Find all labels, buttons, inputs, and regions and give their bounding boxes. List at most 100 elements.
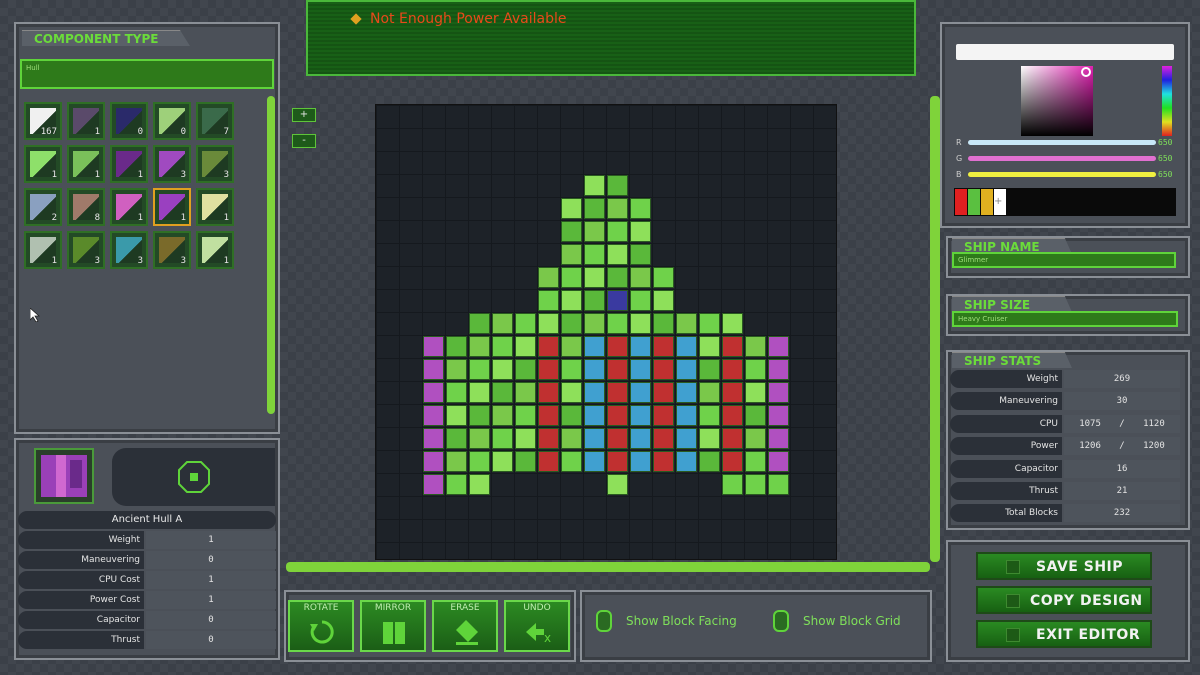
ship-stat-label: Power [950,437,1062,456]
ship-block [699,451,720,472]
component-tile[interactable]: 2 [24,188,62,226]
ship-block [423,336,444,357]
erase-label: ERASE [450,603,480,613]
ship-block [492,382,513,403]
component-tile[interactable]: 3 [153,145,191,183]
show-block-grid-toggle[interactable]: Show Block Grid [773,608,923,636]
mirror-button[interactable]: MIRROR [360,600,426,652]
component-tile[interactable]: 1 [110,188,148,226]
component-stat-row: Weight 1 [18,531,276,549]
component-tile[interactable]: 1 [67,102,105,140]
hue-slider[interactable] [1162,66,1172,136]
component-tile[interactable]: 1 [67,145,105,183]
component-tile[interactable]: 3 [67,231,105,269]
color-palette: + [954,188,1176,216]
zoom-in-icon: + [299,109,309,120]
component-tile[interactable]: 0 [110,102,148,140]
erase-button[interactable]: ERASE [432,600,498,652]
undo-label: UNDO [523,603,551,613]
ship-block [492,336,513,357]
exit-editor-button[interactable]: EXIT EDITOR [976,620,1152,648]
zoom-out-icon: - [302,135,306,146]
ship-block [446,336,467,357]
component-tile[interactable]: 3 [153,231,191,269]
ship-block [492,359,513,380]
component-filter-field[interactable]: Hull [20,59,274,89]
ship-block [515,428,536,449]
component-tile[interactable]: 3 [196,145,234,183]
component-stat-label: Capacitor [18,611,144,629]
ship-stat-row: Capacitor 16 [950,459,1180,478]
component-tile[interactable]: 1 [24,145,62,183]
component-tile[interactable]: 0 [153,102,191,140]
component-stat-label: Power Cost [18,591,144,609]
ship-block [722,336,743,357]
zoom-in-button[interactable]: + [292,108,316,122]
ship-name-field[interactable]: Glimmer [952,252,1176,268]
component-tile[interactable]: 1 [110,145,148,183]
canvas-horizontal-scrollbar[interactable] [286,562,930,572]
ship-block [768,405,789,426]
component-tile[interactable]: 1 [24,231,62,269]
ship-stat-row: Power 1206 / 1200 [950,437,1180,456]
ship-block [630,244,651,265]
ship-block [676,359,697,380]
add-color-icon[interactable]: + [994,196,1002,207]
component-tile[interactable]: 1 [196,231,234,269]
hex-color-field[interactable] [956,44,1174,60]
component-tile[interactable]: 3 [110,231,148,269]
ship-build-grid[interactable] [375,104,837,560]
ship-size-select[interactable]: Heavy Cruiser [952,311,1178,327]
ship-block [607,451,628,472]
ship-block [607,336,628,357]
undo-button[interactable]: UNDO x [504,600,570,652]
component-count: 1 [51,256,57,266]
palette-swatch[interactable] [981,189,993,215]
b-slider[interactable] [968,172,1156,177]
selected-component-name: Ancient Hull A [18,511,276,529]
ship-stat-sep: / [1119,418,1125,429]
component-count: 3 [180,256,186,266]
g-value: 650 [1158,154,1173,163]
palette-swatch[interactable] [968,189,980,215]
copy-design-label: COPY DESIGN [1030,593,1143,609]
g-slider[interactable] [968,156,1156,161]
alert-icon [350,13,362,25]
component-tile[interactable]: 1 [196,188,234,226]
save-ship-button[interactable]: SAVE SHIP [976,552,1152,580]
ship-block [630,382,651,403]
ship-block [469,359,490,380]
ship-block [423,451,444,472]
color-saturation-square[interactable] [1021,66,1093,136]
ship-block [630,405,651,426]
ship-block [561,405,582,426]
component-tile[interactable]: 8 [67,188,105,226]
canvas-vertical-scrollbar[interactable] [930,96,940,562]
show-block-facing-toggle[interactable]: Show Block Facing [596,608,756,636]
ship-block [584,428,605,449]
ship-block [561,451,582,472]
rotate-icon [310,620,334,644]
palette-swatch[interactable] [955,189,967,215]
ship-block [538,336,559,357]
ship-block [653,382,674,403]
ship-block [492,451,513,472]
r-slider[interactable] [968,140,1156,145]
copy-design-button[interactable]: COPY DESIGN [976,586,1152,614]
ship-block [584,175,605,196]
color-picker-handle[interactable] [1081,67,1091,77]
ship-block [446,382,467,403]
component-list-scrollbar[interactable] [267,96,275,414]
ship-block [446,428,467,449]
component-tile[interactable]: 7 [196,102,234,140]
component-tile[interactable]: 1 [153,188,191,226]
ship-block [561,382,582,403]
ship-block [699,313,720,334]
component-tile[interactable]: 167 [24,102,62,140]
component-stat-row: Power Cost 1 [18,591,276,609]
rotate-button[interactable]: ROTATE [288,600,354,652]
ship-block [699,405,720,426]
ship-block [722,451,743,472]
ship-block [561,336,582,357]
zoom-out-button[interactable]: - [292,134,316,148]
